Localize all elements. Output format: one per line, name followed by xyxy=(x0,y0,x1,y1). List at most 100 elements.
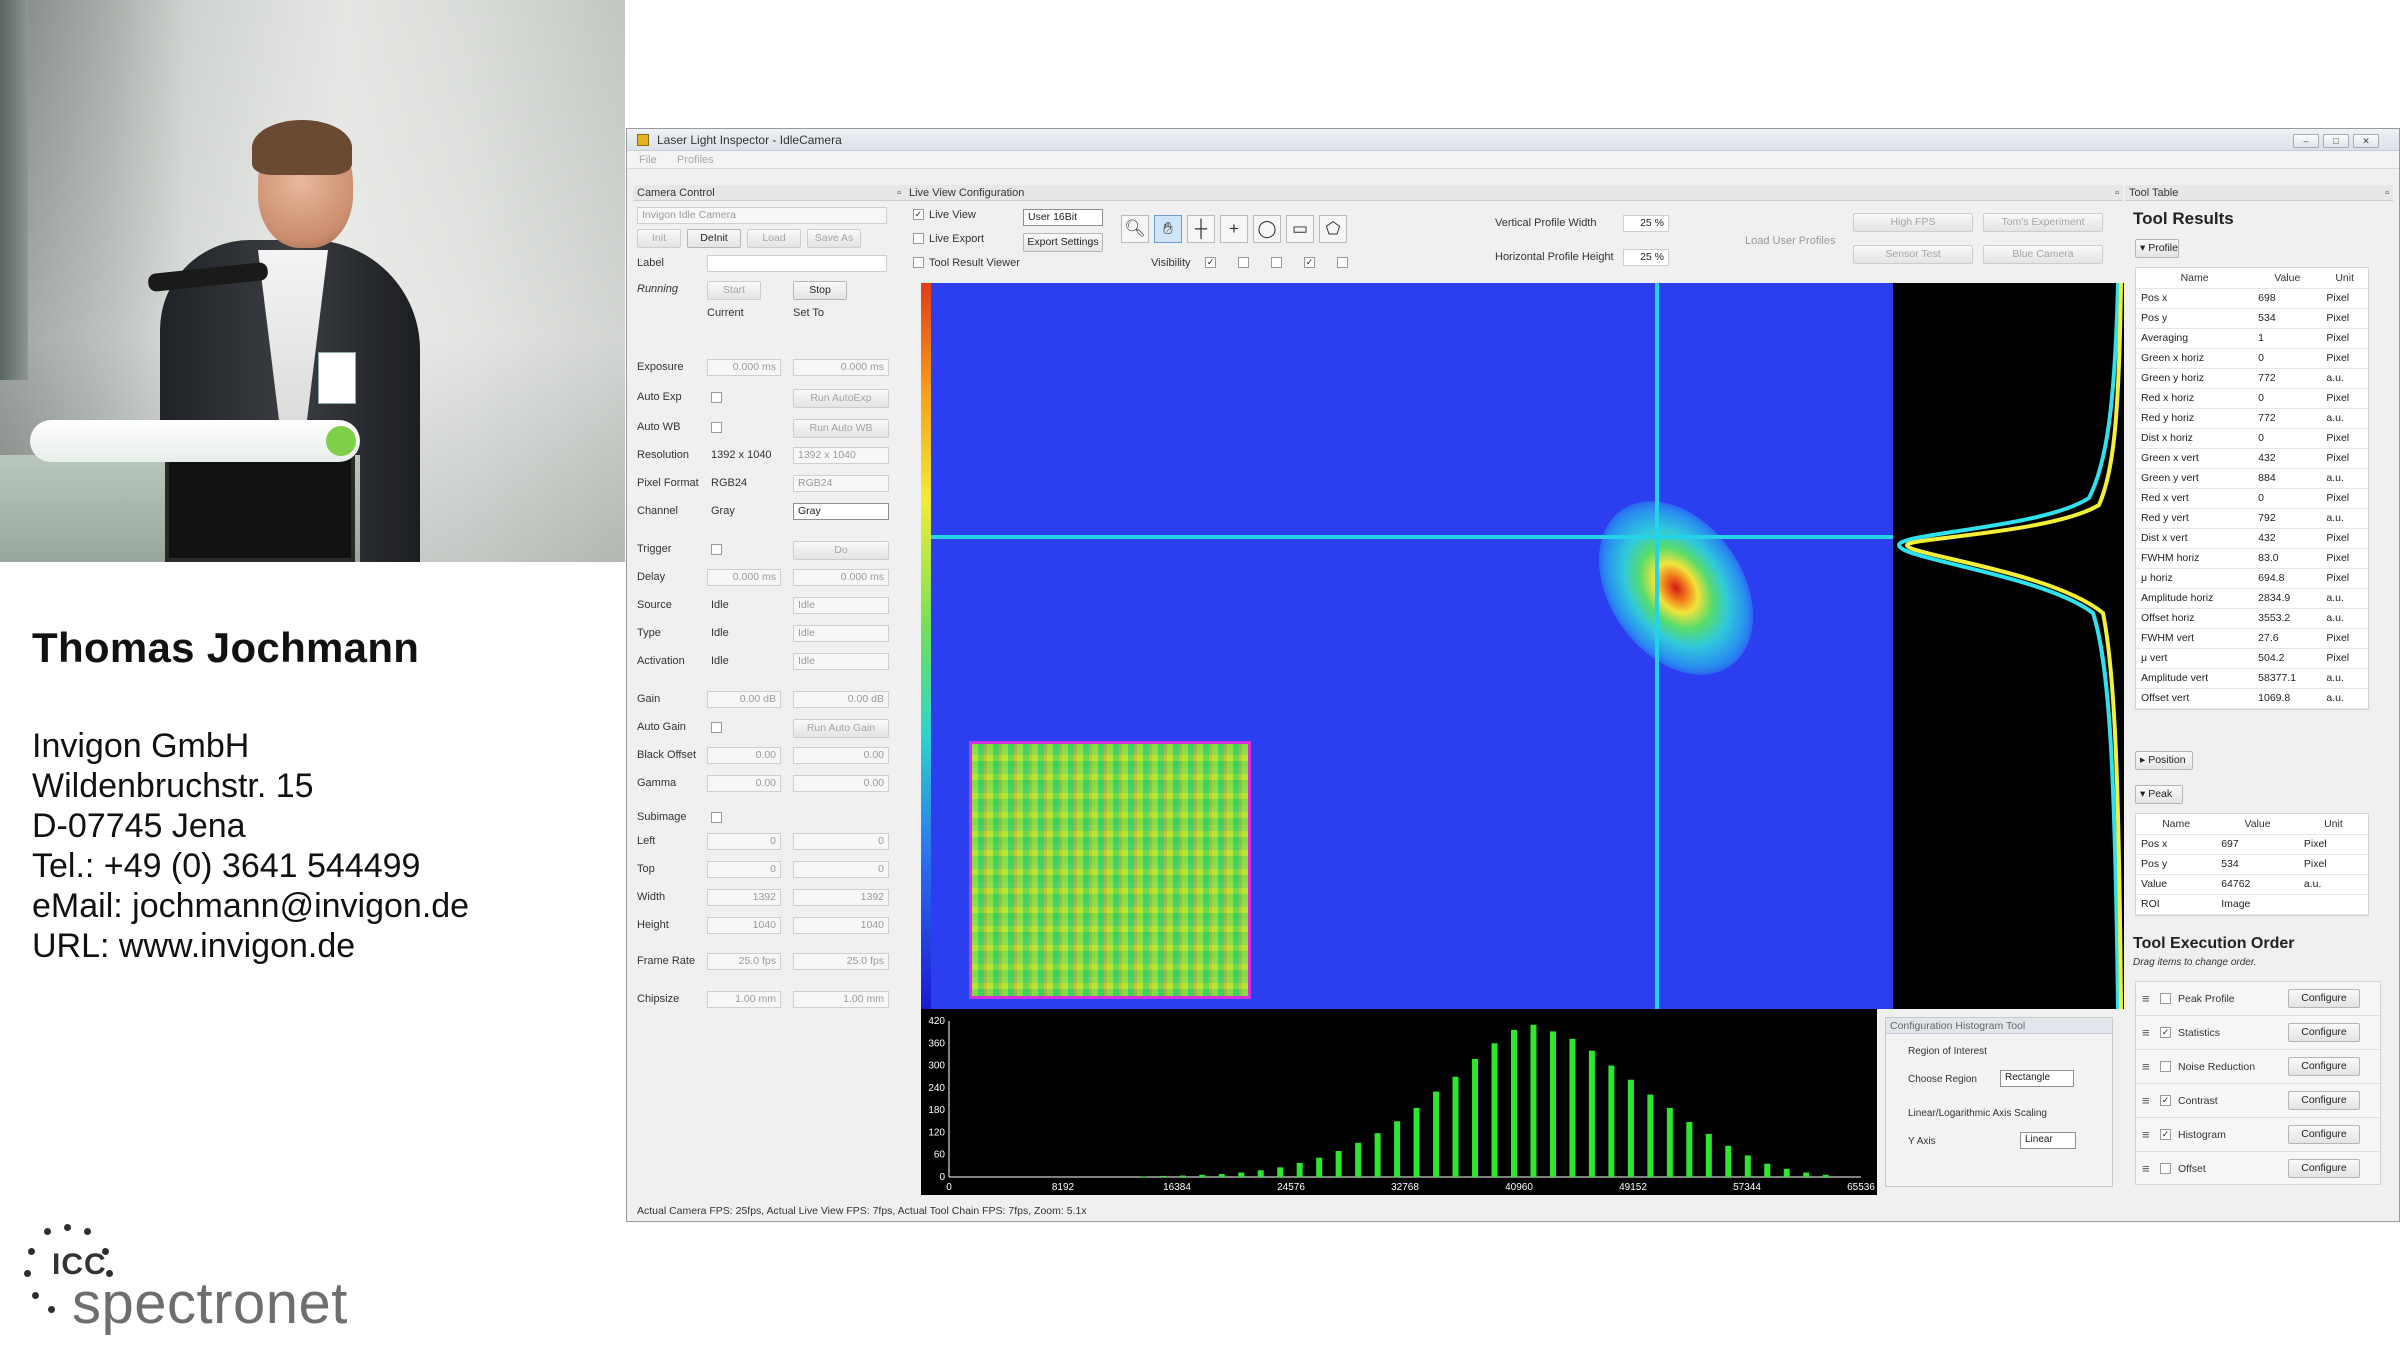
pan-hand-icon[interactable]: ✋︎ xyxy=(1154,215,1182,243)
exec-item[interactable]: ≡ ✓ Contrast Configure xyxy=(2136,1084,2380,1118)
checkbox[interactable] xyxy=(913,233,924,245)
table-row[interactable]: Red x horiz 0 Pixel xyxy=(2136,388,2368,409)
gain-set[interactable]: 0.00 dB xyxy=(793,691,889,708)
position-section-toggle[interactable]: ▸ Position xyxy=(2135,751,2193,770)
table-row[interactable]: FWHM horiz 83.0 Pixel xyxy=(2136,548,2368,569)
table-row[interactable]: Pos x 697 Pixel xyxy=(2136,834,2368,855)
drag-handle-icon[interactable]: ≡ xyxy=(2142,1161,2150,1176)
visibility-checkbox-1[interactable]: ✓ xyxy=(1205,257,1216,268)
checkbox[interactable] xyxy=(913,257,924,269)
intensity-image[interactable] xyxy=(931,283,1893,1009)
profile-section-toggle[interactable]: ▾ Profile xyxy=(2135,239,2179,258)
table-row[interactable]: Green y horiz 772 a.u. xyxy=(2136,368,2368,389)
horizontal-profile-height-spin[interactable]: 25 % xyxy=(1623,249,1669,266)
peak-section-toggle[interactable]: ▾ Peak xyxy=(2135,785,2183,804)
maximize-button[interactable]: □ xyxy=(2323,134,2349,148)
gamma-set[interactable]: 0.00 xyxy=(793,775,889,792)
visibility-checkbox-5[interactable] xyxy=(1337,257,1348,268)
table-row[interactable]: Green x vert 432 Pixel xyxy=(2136,448,2368,469)
profile-high-fps-button[interactable]: High FPS xyxy=(1853,213,1973,232)
exec-item[interactable]: ≡ ✓ Statistics Configure xyxy=(2136,1016,2380,1050)
close-button[interactable]: ✕ xyxy=(2353,134,2379,148)
height-set[interactable]: 1040 xyxy=(793,917,889,934)
auto-wb-checkbox[interactable] xyxy=(711,422,722,433)
option-live-view[interactable]: ✓ Live View xyxy=(913,209,976,221)
auto-wb-set[interactable]: Run Auto WB xyxy=(793,419,889,438)
save-as-button[interactable]: Save As xyxy=(807,229,861,248)
resolution-set[interactable]: 1392 x 1040 xyxy=(793,447,889,464)
minimize-button[interactable]: – xyxy=(2293,134,2319,148)
configure-button[interactable]: Configure xyxy=(2288,1091,2360,1110)
table-row[interactable]: μ horiz 694.8 Pixel xyxy=(2136,568,2368,589)
live-image-viewer[interactable] xyxy=(921,282,2124,1010)
roi-rectangle[interactable] xyxy=(969,741,1251,999)
table-row[interactable]: Red y horiz 772 a.u. xyxy=(2136,408,2368,429)
y-axis-select[interactable]: Linear xyxy=(2020,1132,2076,1149)
table-row[interactable]: Offset horiz 3553.2 a.u. xyxy=(2136,608,2368,629)
option-tool-result-viewer[interactable]: Tool Result Viewer xyxy=(913,257,1020,269)
frame-rate-set[interactable]: 25.0 fps xyxy=(793,953,889,970)
load-button[interactable]: Load xyxy=(747,229,801,248)
option-live-export[interactable]: Live Export xyxy=(913,233,984,245)
table-row[interactable]: Red x vert 0 Pixel xyxy=(2136,488,2368,509)
black-offset-set[interactable]: 0.00 xyxy=(793,747,889,764)
top-set[interactable]: 0 xyxy=(793,861,889,878)
table-row[interactable]: μ vert 504.2 Pixel xyxy=(2136,648,2368,669)
exposure-set[interactable]: 0.000 ms xyxy=(793,359,889,376)
auto-exp-checkbox[interactable] xyxy=(711,392,722,403)
visibility-checkbox-2[interactable] xyxy=(1238,257,1249,268)
menu-file[interactable]: File xyxy=(639,154,657,166)
auto-gain-checkbox[interactable] xyxy=(711,722,722,733)
exec-item-checkbox[interactable] xyxy=(2160,993,2171,1004)
drag-handle-icon[interactable]: ≡ xyxy=(2142,1025,2150,1040)
exec-item[interactable]: ≡ Peak Profile Configure xyxy=(2136,982,2380,1016)
table-row[interactable]: Amplitude vert 58377.1 a.u. xyxy=(2136,668,2368,689)
visibility-checkbox-4[interactable]: ✓ xyxy=(1304,257,1315,268)
start-button[interactable]: Start xyxy=(707,281,761,300)
configure-button[interactable]: Configure xyxy=(2288,989,2360,1008)
exec-item-checkbox[interactable] xyxy=(2160,1163,2171,1174)
checkbox[interactable]: ✓ xyxy=(913,209,924,221)
table-row[interactable]: Pos y 534 Pixel xyxy=(2136,854,2368,875)
init-button[interactable]: Init xyxy=(637,229,681,248)
profile-blue-camera-button[interactable]: Blue Camera xyxy=(1983,245,2103,264)
export-settings-button[interactable]: Export Settings xyxy=(1023,233,1103,252)
table-row[interactable]: Amplitude horiz 2834.9 a.u. xyxy=(2136,588,2368,609)
horizontal-profile-line[interactable] xyxy=(931,535,1893,539)
drag-handle-icon[interactable]: ≡ xyxy=(2142,1059,2150,1074)
drag-handle-icon[interactable]: ≡ xyxy=(2142,1127,2150,1142)
ellipse-icon[interactable]: ◯ xyxy=(1253,215,1281,243)
exec-item-checkbox[interactable]: ✓ xyxy=(2160,1095,2171,1106)
channel-set[interactable]: Gray xyxy=(793,503,889,520)
width-set[interactable]: 1392 xyxy=(793,889,889,906)
label-input[interactable] xyxy=(707,255,887,272)
polygon-icon[interactable]: ⬠ xyxy=(1319,215,1347,243)
trigger-checkbox[interactable] xyxy=(711,544,722,555)
region-select[interactable]: Rectangle xyxy=(2000,1070,2074,1087)
type-set[interactable]: Idle xyxy=(793,625,889,642)
configure-button[interactable]: Configure xyxy=(2288,1057,2360,1076)
deinit-button[interactable]: DeInit xyxy=(687,229,741,248)
menu-profiles[interactable]: Profiles xyxy=(677,154,714,166)
drag-handle-icon[interactable]: ≡ xyxy=(2142,991,2150,1006)
delay-set[interactable]: 0.000 ms xyxy=(793,569,889,586)
table-row[interactable]: Red y vert 792 a.u. xyxy=(2136,508,2368,529)
table-row[interactable]: Dist x horiz 0 Pixel xyxy=(2136,428,2368,449)
exec-item[interactable]: ≡ Offset Configure xyxy=(2136,1152,2380,1184)
exec-item-checkbox[interactable]: ✓ xyxy=(2160,1129,2171,1140)
table-row[interactable]: Green x horiz 0 Pixel xyxy=(2136,348,2368,369)
plus-icon[interactable]: + xyxy=(1220,215,1248,243)
pixel-format-set[interactable]: RGB24 xyxy=(793,475,889,492)
zoom-icon[interactable]: 🔍︎ xyxy=(1121,215,1149,243)
table-row[interactable]: Pos y 534 Pixel xyxy=(2136,308,2368,329)
source-set[interactable]: Idle xyxy=(793,597,889,614)
table-row[interactable]: FWHM vert 27.6 Pixel xyxy=(2136,628,2368,649)
vertical-profile-line[interactable] xyxy=(1655,283,1659,1009)
table-row[interactable]: Green y vert 884 a.u. xyxy=(2136,468,2368,489)
rectangle-icon[interactable]: ▭ xyxy=(1286,215,1314,243)
exec-item-checkbox[interactable] xyxy=(2160,1061,2171,1072)
table-row[interactable]: ROI Image xyxy=(2136,894,2368,915)
exec-item[interactable]: ≡ Noise Reduction Configure xyxy=(2136,1050,2380,1084)
exec-item-checkbox[interactable]: ✓ xyxy=(2160,1027,2171,1038)
profile-toms-experiment-button[interactable]: Tom's Experiment xyxy=(1983,213,2103,232)
